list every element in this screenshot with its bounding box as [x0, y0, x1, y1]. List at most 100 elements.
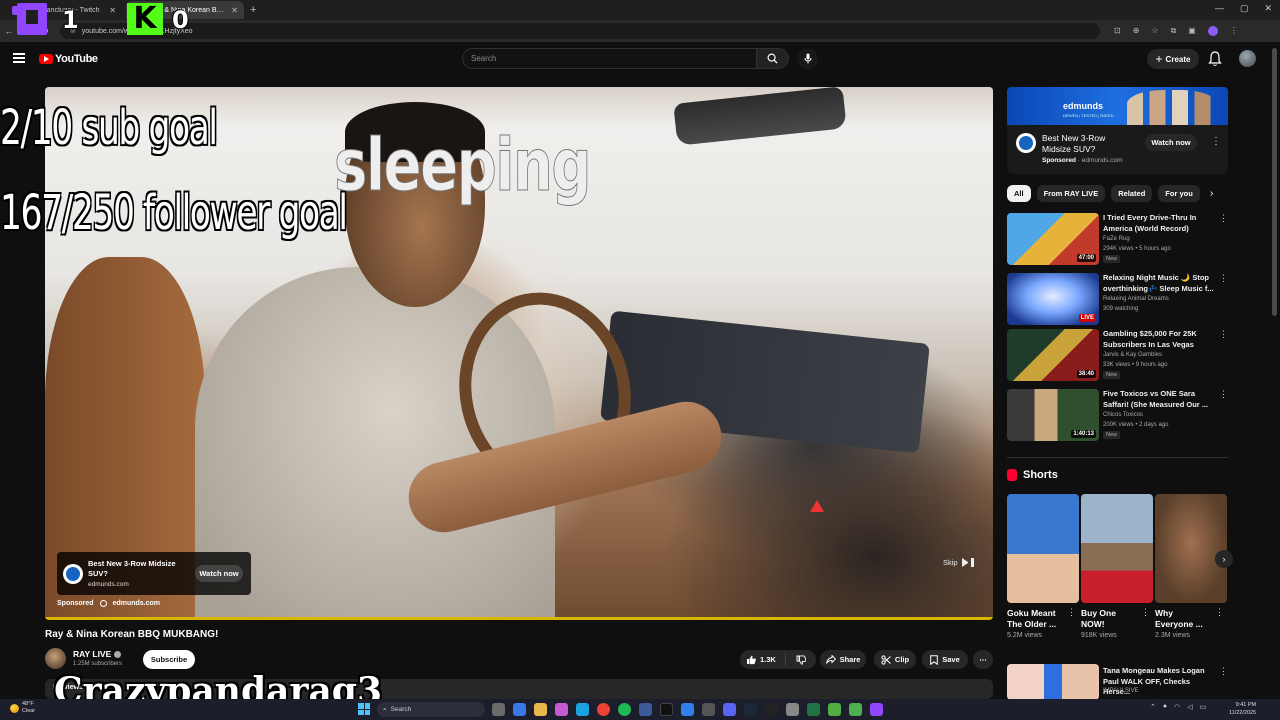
- recommendation-item[interactable]: 38:40 Gambling $25,000 For 25K Subscribe…: [1007, 329, 1228, 383]
- new-tab-button[interactable]: +: [250, 4, 256, 16]
- voice-search-button[interactable]: [797, 48, 818, 69]
- weather-widget[interactable]: 48°F Clear: [10, 701, 35, 715]
- recommendation-item[interactable]: 47:00 I Tried Every Drive-Thru In Americ…: [1007, 213, 1228, 267]
- maximize-icon[interactable]: ▢: [1240, 3, 1249, 14]
- channel-name[interactable]: RAY LIVE: [73, 649, 111, 659]
- rec-title[interactable]: Gambling $25,000 For 25K Subscribers In …: [1103, 329, 1215, 350]
- extensions-icon[interactable]: ⧉: [1171, 26, 1177, 36]
- share-button[interactable]: Share: [820, 650, 866, 669]
- notifications-bell-icon[interactable]: [1208, 51, 1222, 67]
- more-vertical-icon[interactable]: ⋮: [1211, 136, 1221, 147]
- chip-all[interactable]: All: [1007, 185, 1031, 202]
- recommendation-item[interactable]: Tana Mongeau Makes Logan Paul WALK OFF, …: [1007, 664, 1228, 704]
- spotify-icon[interactable]: [618, 703, 631, 716]
- more-vertical-icon[interactable]: ⋮: [1219, 666, 1228, 677]
- chip-from-channel[interactable]: From RAY LIVE: [1036, 185, 1106, 202]
- rec-channel[interactable]: FaZe Rug: [1103, 236, 1130, 242]
- tray-app-icon[interactable]: ●: [1163, 703, 1167, 711]
- ad-progress-bar[interactable]: [45, 617, 993, 620]
- more-vertical-icon[interactable]: ⋮: [1219, 329, 1228, 340]
- twitch-app-icon[interactable]: [870, 703, 883, 716]
- more-actions-button[interactable]: ⋯: [973, 650, 993, 669]
- subscribe-button[interactable]: Subscribe: [143, 650, 195, 669]
- rec-channel[interactable]: Relaxing Animal Dreams: [1103, 296, 1169, 302]
- short-thumbnail[interactable]: [1007, 494, 1079, 603]
- dislike-button[interactable]: [786, 654, 816, 665]
- save-button[interactable]: Save: [922, 650, 968, 669]
- excel-icon[interactable]: [807, 703, 820, 716]
- short-thumbnail[interactable]: [1155, 494, 1227, 603]
- sponsor-card[interactable]: Best New 3-Row Midsize SUV? Sponsored · …: [1007, 125, 1228, 174]
- profile-icon[interactable]: [1207, 26, 1218, 36]
- rec-title[interactable]: Relaxing Night Music 🌙 Stop overthinking…: [1103, 273, 1215, 294]
- more-vertical-icon[interactable]: ⋮: [1067, 607, 1076, 618]
- channel-name-row[interactable]: RAY LIVE: [73, 649, 122, 659]
- task-view-icon[interactable]: [492, 703, 505, 716]
- video-thumbnail[interactable]: LIVE: [1007, 273, 1099, 325]
- app-icon[interactable]: [849, 703, 862, 716]
- app-icon[interactable]: [702, 703, 715, 716]
- rec-title[interactable]: I Tried Every Drive-Thru In America (Wor…: [1103, 213, 1215, 234]
- clip-button[interactable]: Clip: [874, 650, 916, 669]
- sidepanel-icon[interactable]: ▣: [1188, 26, 1196, 36]
- more-vertical-icon[interactable]: ⋮: [1219, 213, 1228, 224]
- sponsor-watch-now-button[interactable]: Watch now: [1145, 134, 1197, 151]
- rec-channel[interactable]: Jarvis & Kay Gambles: [1103, 352, 1162, 358]
- search-button[interactable]: [757, 48, 789, 69]
- page-scrollbar[interactable]: [1272, 48, 1277, 316]
- video-thumbnail[interactable]: 1:40:13: [1007, 389, 1099, 441]
- edge-icon[interactable]: [576, 703, 589, 716]
- app-icon[interactable]: [681, 703, 694, 716]
- back-icon[interactable]: ←: [0, 26, 18, 36]
- install-icon[interactable]: ⊡: [1114, 26, 1121, 36]
- chevron-right-icon[interactable]: ›: [1210, 188, 1213, 199]
- taskbar-search[interactable]: ⌕ Search: [377, 702, 485, 717]
- zoom-icon[interactable]: ⊕: [1133, 26, 1140, 36]
- rec-title[interactable]: Five Toxicos vs ONE Sara Saffari! (She M…: [1103, 389, 1215, 410]
- guide-menu-icon[interactable]: [13, 53, 25, 63]
- store-icon[interactable]: [555, 703, 568, 716]
- short-title[interactable]: Goku Meant The Older ...: [1007, 608, 1065, 630]
- more-vertical-icon[interactable]: ⋮: [1215, 607, 1224, 618]
- sponsored-domain[interactable]: edmunds.com: [113, 600, 160, 607]
- shorts-next-button[interactable]: ›: [1215, 550, 1233, 568]
- sponsor-banner[interactable]: edmunds DRIVEN | TESTED | RATED: [1007, 87, 1228, 125]
- search-input[interactable]: [462, 48, 757, 69]
- short-item[interactable]: Goku Meant The Older ... 5.2M views ⋮: [1007, 494, 1079, 639]
- kick-app-icon[interactable]: [765, 703, 778, 716]
- close-tab-icon[interactable]: ✕: [231, 6, 238, 15]
- skip-ad-button[interactable]: Skip: [943, 558, 971, 567]
- minimize-icon[interactable]: —: [1215, 3, 1224, 14]
- chevron-up-icon[interactable]: ⌃: [1150, 703, 1156, 711]
- close-tab-icon[interactable]: ✕: [109, 6, 116, 15]
- rec-channel[interactable]: Chicos Toxicos: [1103, 412, 1143, 418]
- short-item[interactable]: Buy One NOW! 918K views ⋮: [1081, 494, 1153, 639]
- recommendation-item[interactable]: LIVE Relaxing Night Music 🌙 Stop overthi…: [1007, 273, 1228, 327]
- video-thumbnail[interactable]: 47:00: [1007, 213, 1099, 265]
- app-icon[interactable]: [786, 703, 799, 716]
- channel-avatar[interactable]: [45, 648, 66, 669]
- youtube-logo[interactable]: YouTube: [39, 53, 98, 65]
- volume-icon[interactable]: ◁: [1187, 703, 1192, 711]
- create-button[interactable]: + Create: [1147, 49, 1199, 69]
- ad-watch-now-button[interactable]: Watch now: [195, 565, 243, 582]
- wifi-icon[interactable]: ◠: [1174, 703, 1180, 711]
- copilot-icon[interactable]: [513, 703, 526, 716]
- like-button[interactable]: 1.3K: [740, 653, 786, 666]
- battery-icon[interactable]: ▭: [1200, 703, 1207, 711]
- close-window-icon[interactable]: ✕: [1264, 3, 1272, 14]
- short-thumbnail[interactable]: [1081, 494, 1153, 603]
- more-vertical-icon[interactable]: ⋮: [1219, 389, 1228, 400]
- steam-icon[interactable]: [744, 703, 757, 716]
- chrome-icon[interactable]: [597, 703, 610, 716]
- ad-info-icon[interactable]: [99, 600, 107, 607]
- file-explorer-icon[interactable]: [534, 703, 547, 716]
- menu-dots-icon[interactable]: ⋮: [1230, 26, 1238, 36]
- short-title[interactable]: Buy One NOW!: [1081, 608, 1139, 630]
- taskbar-clock[interactable]: 9:41 PM 11/22/2025: [1229, 701, 1256, 717]
- video-thumbnail[interactable]: 38:40: [1007, 329, 1099, 381]
- bookmark-star-icon[interactable]: ☆: [1151, 26, 1158, 36]
- short-item[interactable]: Why Everyone ... 2.3M views ⋮: [1155, 494, 1227, 639]
- rec-channel[interactable]: IMPAULSIVE: [1103, 688, 1139, 694]
- more-vertical-icon[interactable]: ⋮: [1219, 273, 1228, 284]
